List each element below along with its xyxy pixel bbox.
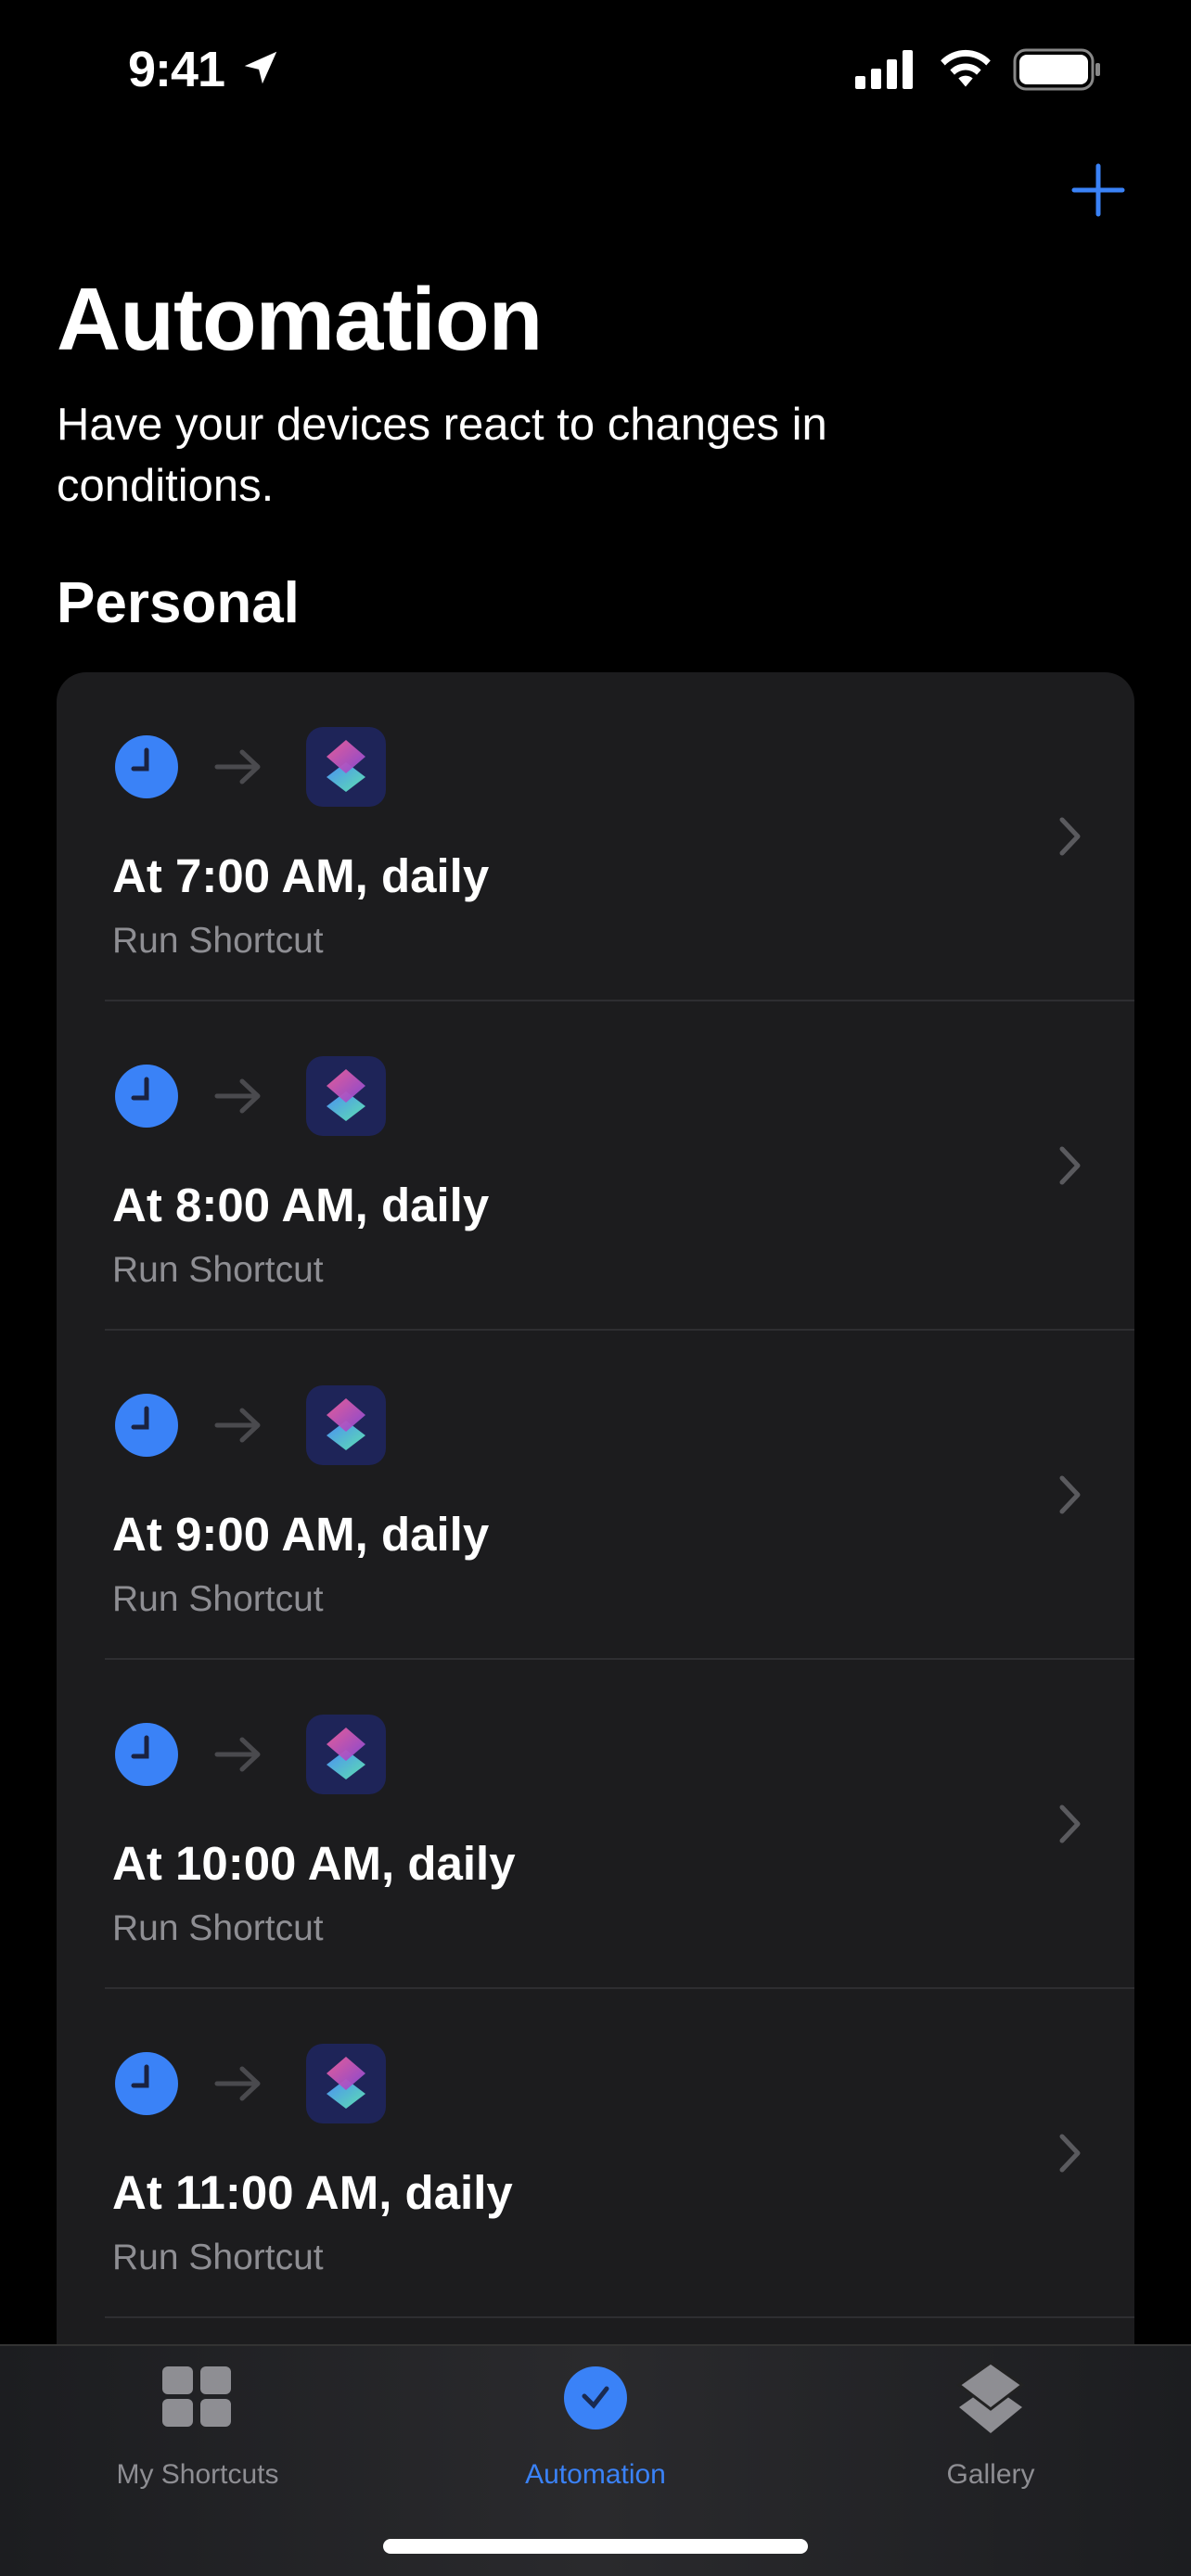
clock-icon xyxy=(115,735,178,798)
automation-row[interactable]: At 10:00 AM, daily Run Shortcut xyxy=(57,1660,1134,1989)
tab-label: My Shortcuts xyxy=(116,2459,279,2490)
automation-title: At 8:00 AM, daily xyxy=(112,1179,490,1231)
automation-subtitle: Run Shortcut xyxy=(112,1579,324,1619)
add-automation-button[interactable] xyxy=(1070,162,1126,218)
page-subtitle: Have your devices react to changes in co… xyxy=(57,400,827,511)
clock-icon xyxy=(115,1065,178,1128)
home-indicator xyxy=(383,2539,808,2554)
automation-row[interactable]: At 11:00 AM, daily Run Shortcut xyxy=(57,1989,1134,2318)
wifi-icon xyxy=(941,49,991,87)
automation-list: At 7:00 AM, daily Run Shortcut At 8:00 A… xyxy=(57,672,1134,2434)
signal-icon xyxy=(855,50,913,89)
automation-subtitle: Run Shortcut xyxy=(112,1250,324,1290)
tab-automation[interactable]: Automation xyxy=(456,2346,735,2504)
shortcuts-app-icon xyxy=(306,2044,386,2123)
arrow-right-icon xyxy=(214,1737,261,1772)
tab-label: Automation xyxy=(525,2459,666,2490)
clock-icon xyxy=(115,1723,178,1786)
automation-row[interactable]: At 8:00 AM, daily Run Shortcut xyxy=(57,1001,1134,1331)
tab-label: Gallery xyxy=(946,2459,1035,2490)
chevron-right-icon xyxy=(1059,2134,1081,2173)
arrow-right-icon xyxy=(214,2066,261,2101)
chevron-right-icon xyxy=(1059,817,1081,856)
arrow-right-icon xyxy=(214,1408,261,1443)
chevron-right-icon xyxy=(1059,1146,1081,1185)
shortcuts-app-icon xyxy=(306,1715,386,1794)
automation-row[interactable]: At 7:00 AM, daily Run Shortcut xyxy=(57,672,1134,1001)
chevron-right-icon xyxy=(1059,1475,1081,1514)
arrow-right-icon xyxy=(214,1078,261,1114)
clock-icon xyxy=(115,2052,178,2115)
battery-icon xyxy=(1013,48,1100,91)
shortcuts-app-icon xyxy=(306,1056,386,1136)
automation-title: At 10:00 AM, daily xyxy=(112,1837,516,1890)
automation-subtitle: Run Shortcut xyxy=(112,1908,324,1948)
location-arrow-icon xyxy=(244,51,277,84)
gallery-layers-icon xyxy=(956,2361,1025,2433)
automation-clock-check-icon xyxy=(564,2366,627,2429)
automation-subtitle: Run Shortcut xyxy=(112,921,324,961)
grid-icon xyxy=(162,2366,231,2427)
chevron-right-icon xyxy=(1059,1804,1081,1843)
automation-row[interactable]: At 9:00 AM, daily Run Shortcut xyxy=(57,1331,1134,1660)
automation-subtitle: Run Shortcut xyxy=(112,2238,324,2277)
automation-title: At 9:00 AM, daily xyxy=(112,1508,490,1561)
divider xyxy=(105,2316,1134,2318)
arrow-right-icon xyxy=(214,749,261,784)
automation-title: At 7:00 AM, daily xyxy=(112,849,490,902)
page-title: Automation xyxy=(57,270,543,369)
tab-gallery[interactable]: Gallery xyxy=(852,2346,1130,2504)
tab-my-shortcuts[interactable]: My Shortcuts xyxy=(58,2346,337,2504)
clock-icon xyxy=(115,1394,178,1457)
shortcuts-app-icon xyxy=(306,1385,386,1465)
automation-title: At 11:00 AM, daily xyxy=(112,2166,513,2219)
status-time: 9:41 xyxy=(128,42,225,97)
shortcuts-app-icon xyxy=(306,727,386,807)
section-title: Personal xyxy=(57,571,300,635)
